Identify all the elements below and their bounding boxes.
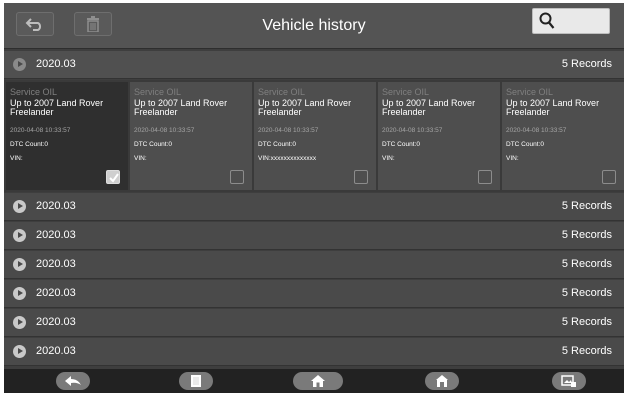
card-vin: VIN: (10, 155, 23, 162)
card-vehicle: Up to 2007 Land Rover Freelander (10, 98, 104, 117)
nav-recent-apps-button[interactable] (179, 372, 213, 390)
card-vehicle: Up to 2007 Land Rover Freelander (258, 98, 352, 117)
card-vehicle: Up to 2007 Land Rover Freelander (382, 98, 476, 117)
group-record-count: 5 Records (561, 200, 612, 212)
card-vin: VIN: (382, 155, 395, 162)
card-checkbox[interactable] (230, 170, 244, 184)
group-record-count: 5 Records (561, 287, 612, 299)
group-date: 2020.03 (36, 316, 76, 328)
record-card[interactable]: Service OIL Up to 2007 Land Rover Freela… (6, 82, 128, 190)
history-group-header[interactable]: 2020.03 5 Records (4, 309, 624, 337)
history-group-header[interactable]: 2020.03 5 Records (4, 338, 624, 366)
nav-back-button[interactable] (56, 372, 90, 390)
bottom-nav-bar (4, 369, 624, 393)
history-group-header[interactable]: 2020.03 5 Records (4, 251, 624, 279)
checkmark-icon (109, 173, 119, 183)
card-title: Service OIL (382, 87, 430, 97)
top-bar: Vehicle history (4, 3, 624, 49)
card-title: Service OIL (506, 87, 554, 97)
group-date: 2020.03 (36, 345, 76, 357)
card-vehicle: Up to 2007 Land Rover Freelander (506, 98, 600, 117)
card-checkbox[interactable] (106, 170, 120, 184)
record-card-list: Service OIL Up to 2007 Land Rover Freela… (4, 80, 624, 192)
record-card[interactable]: Service OIL Up to 2007 Land Rover Freela… (378, 82, 500, 190)
page-title: Vehicle history (262, 17, 366, 34)
card-dtc-count: DTC Count:0 (10, 141, 48, 148)
search-input[interactable] (532, 8, 610, 34)
group-record-count: 5 Records (561, 229, 612, 241)
expand-arrow-icon (13, 345, 26, 358)
record-card[interactable]: Service OIL Up to 2007 Land Rover Freela… (130, 82, 252, 190)
card-checkbox[interactable] (478, 170, 492, 184)
recent-apps-icon (191, 375, 201, 387)
expand-arrow-icon (13, 287, 26, 300)
record-card[interactable]: Service OIL Up to 2007 Land Rover Freela… (502, 82, 624, 190)
nav-vci-home-button[interactable] (425, 372, 459, 390)
card-checkbox[interactable] (354, 170, 368, 184)
record-card[interactable]: Service OIL Up to 2007 Land Rover Freela… (254, 82, 376, 190)
history-group-header[interactable]: 2020.03 5 Records (4, 280, 624, 308)
group-date: 2020.03 (36, 200, 76, 212)
card-vin: VIN: (506, 155, 519, 162)
nav-screenshot-button[interactable] (552, 372, 586, 390)
card-vin: VIN: (134, 155, 147, 162)
vci-home-icon (436, 375, 448, 387)
group-record-count: 5 Records (561, 258, 612, 270)
nav-home-button[interactable] (293, 372, 343, 390)
history-group-header[interactable]: 2020.03 5 Records (4, 51, 624, 79)
group-record-count: 5 Records (561, 345, 612, 357)
group-date: 2020.03 (36, 287, 76, 299)
group-date: 2020.03 (36, 258, 76, 270)
card-dtc-count: DTC Count:0 (134, 141, 172, 148)
card-dtc-count: DTC Count:0 (382, 141, 420, 148)
card-dtc-count: DTC Count:0 (506, 141, 544, 148)
card-date: 2020-04-08 10:33:57 (382, 127, 443, 134)
card-title: Service OIL (10, 87, 58, 97)
card-vehicle: Up to 2007 Land Rover Freelander (134, 98, 228, 117)
home-icon (311, 375, 325, 387)
card-title: Service OIL (258, 87, 306, 97)
history-group-header[interactable]: 2020.03 5 Records (4, 193, 624, 221)
expand-arrow-icon (13, 229, 26, 242)
collapse-arrow-icon (13, 58, 26, 71)
card-dtc-count: DTC Count:0 (258, 141, 296, 148)
card-date: 2020-04-08 10:33:57 (10, 127, 71, 134)
group-date: 2020.03 (36, 229, 76, 241)
card-date: 2020-04-08 10:33:57 (258, 127, 319, 134)
card-checkbox[interactable] (602, 170, 616, 184)
screenshot-icon (561, 375, 576, 387)
history-group-header[interactable]: 2020.03 5 Records (4, 222, 624, 250)
card-title: Service OIL (134, 87, 182, 97)
group-record-count: 5 Records (561, 58, 612, 70)
app-window: Vehicle history 2020.03 5 Records Servic… (4, 3, 624, 393)
expand-arrow-icon (13, 258, 26, 271)
group-record-count: 5 Records (561, 316, 612, 328)
card-date: 2020-04-08 10:33:57 (506, 127, 567, 134)
group-date: 2020.03 (36, 58, 76, 70)
search-icon (539, 12, 555, 29)
expand-arrow-icon (13, 316, 26, 329)
card-vin: VIN:xxxxxxxxxxxxxx (258, 155, 317, 162)
expand-arrow-icon (13, 200, 26, 213)
card-date: 2020-04-08 10:33:57 (134, 127, 195, 134)
back-icon (65, 376, 81, 386)
